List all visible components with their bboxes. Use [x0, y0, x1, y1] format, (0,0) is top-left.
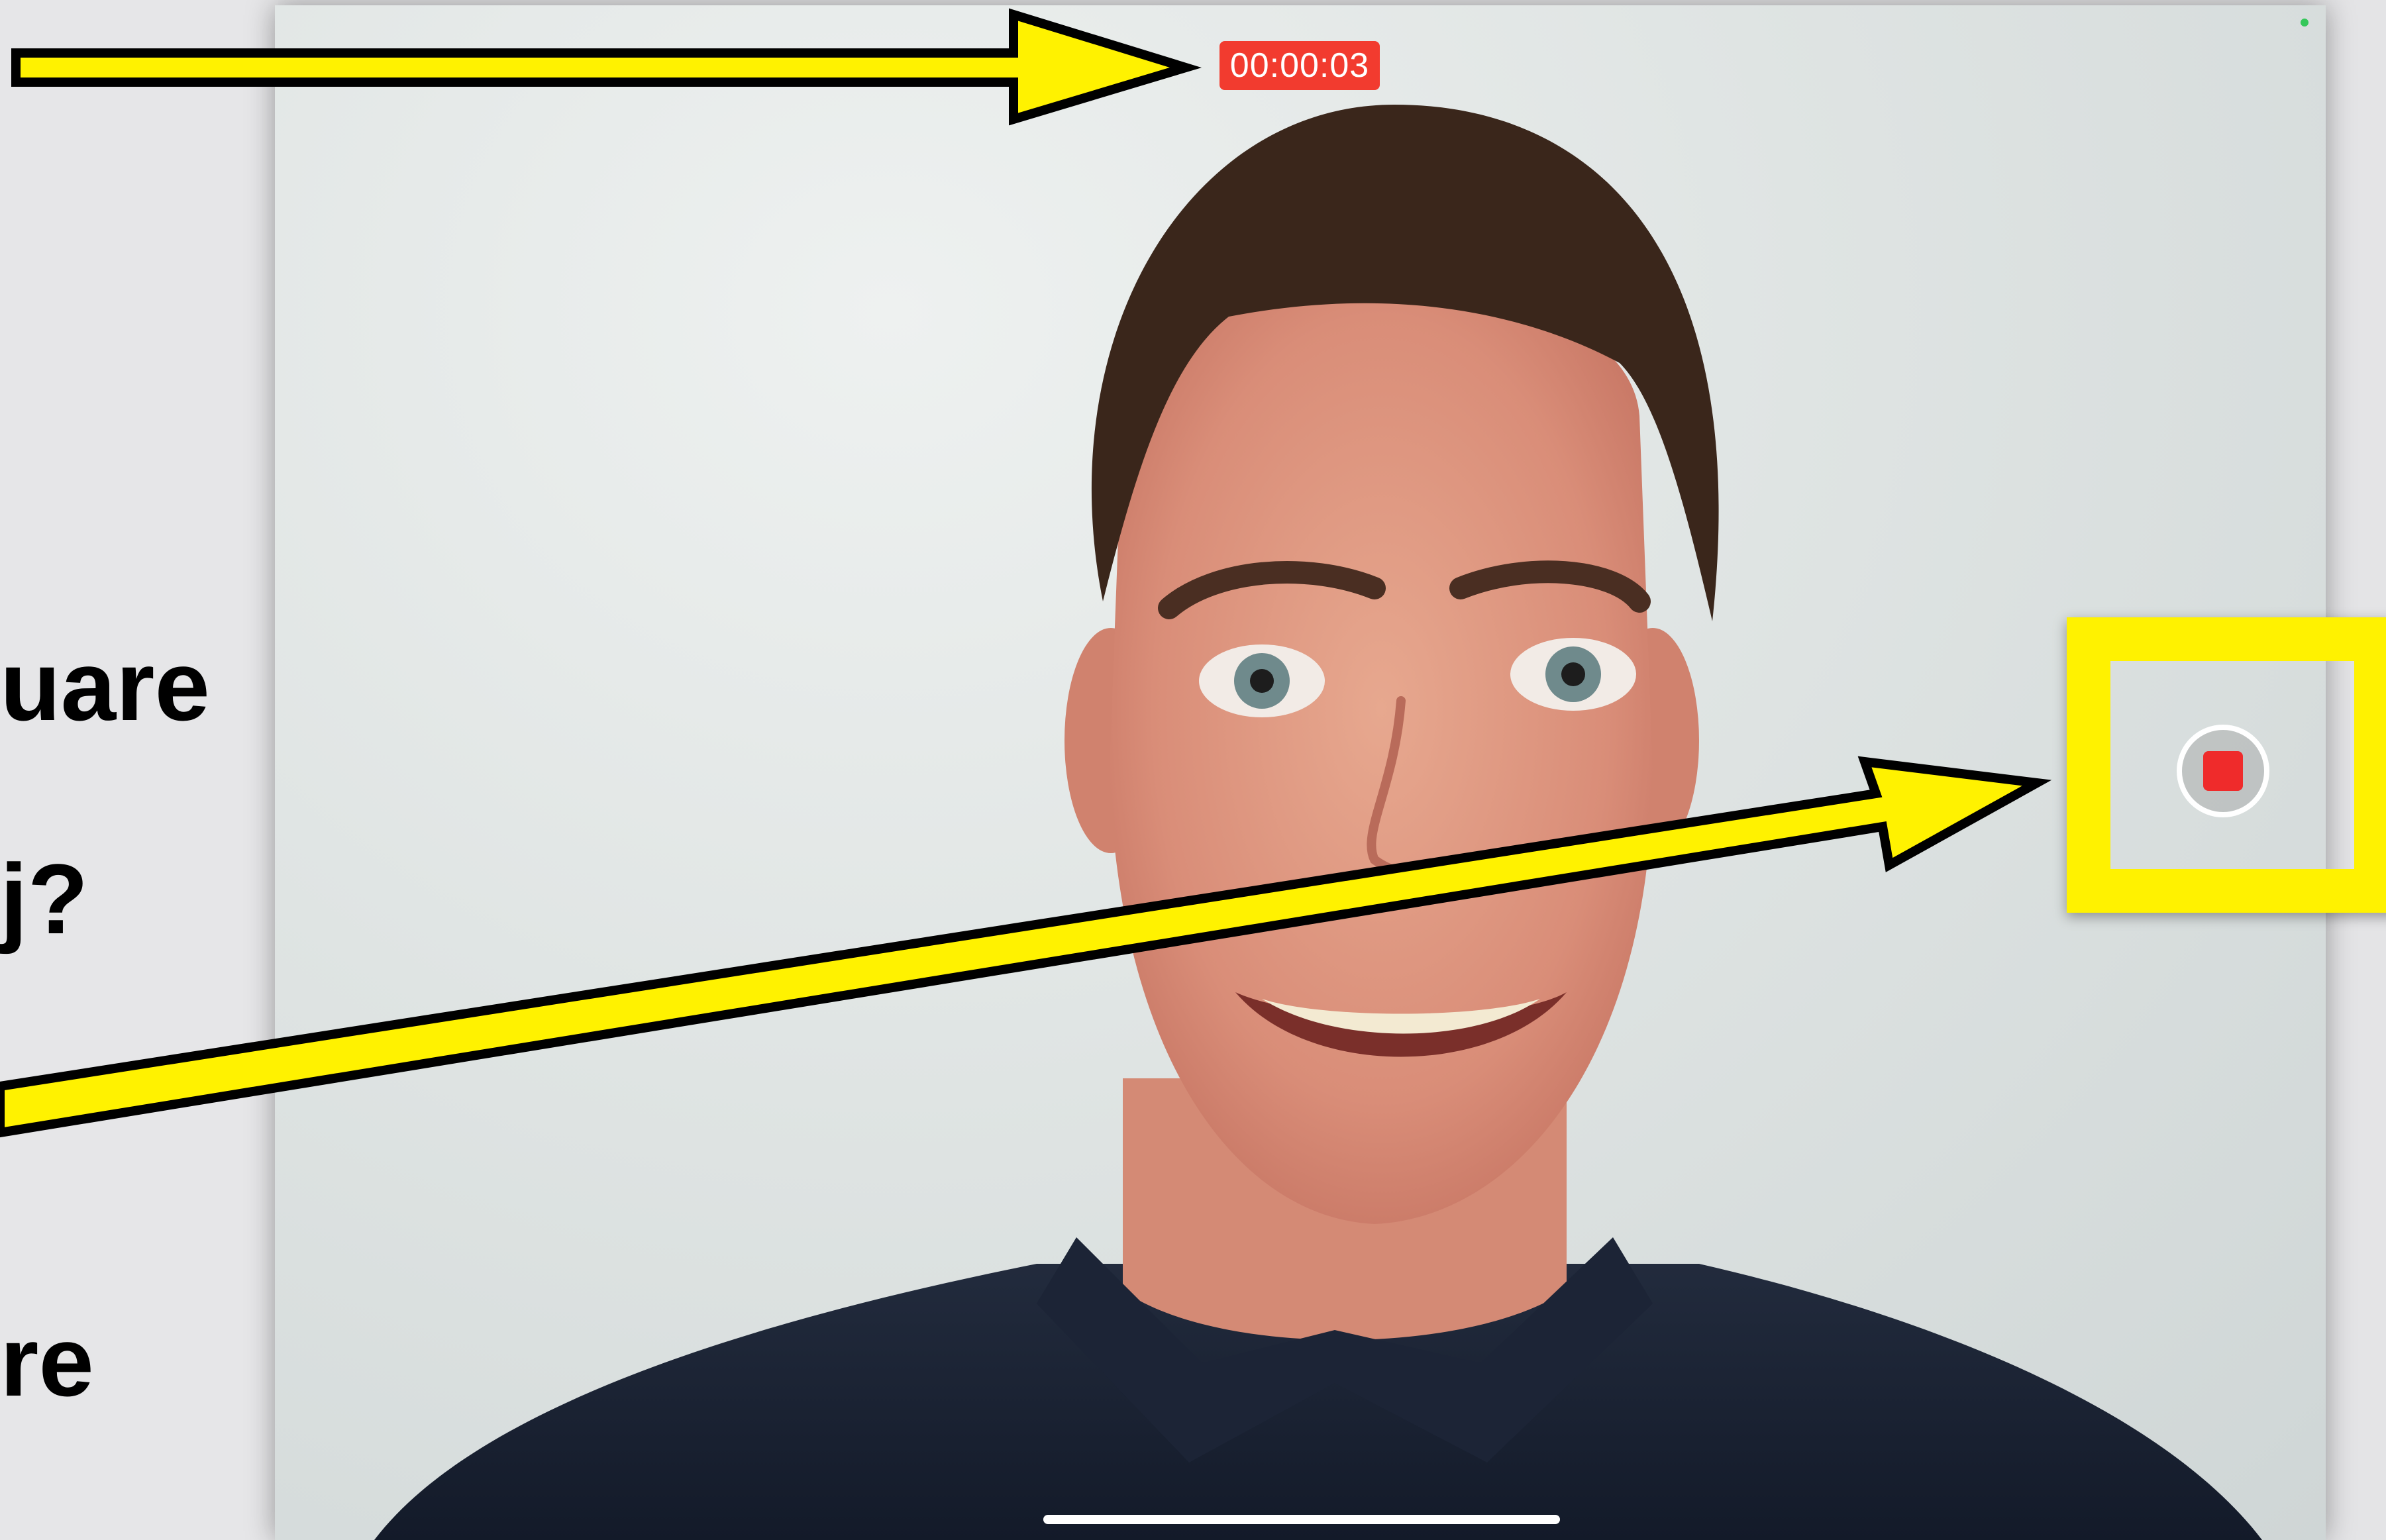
slide-text-line-2: j?: [0, 843, 89, 954]
screenshot-stage: uare j? re 00:00:03: [0, 0, 2386, 1540]
home-indicator-bar[interactable]: [1043, 1515, 1560, 1524]
slide-text-line-3: re: [0, 1306, 94, 1417]
annotation-highlight-box: [2067, 617, 2386, 913]
background-slide-panel: uare j? re: [0, 0, 278, 1540]
recording-timer: 00:00:03: [1219, 41, 1380, 90]
camera-preview-window: 00:00:03: [275, 5, 2326, 1540]
camera-feed-person: [374, 105, 2262, 1540]
slide-text-line-1: uare: [0, 630, 210, 741]
camera-in-use-dot-icon: [2301, 19, 2308, 26]
